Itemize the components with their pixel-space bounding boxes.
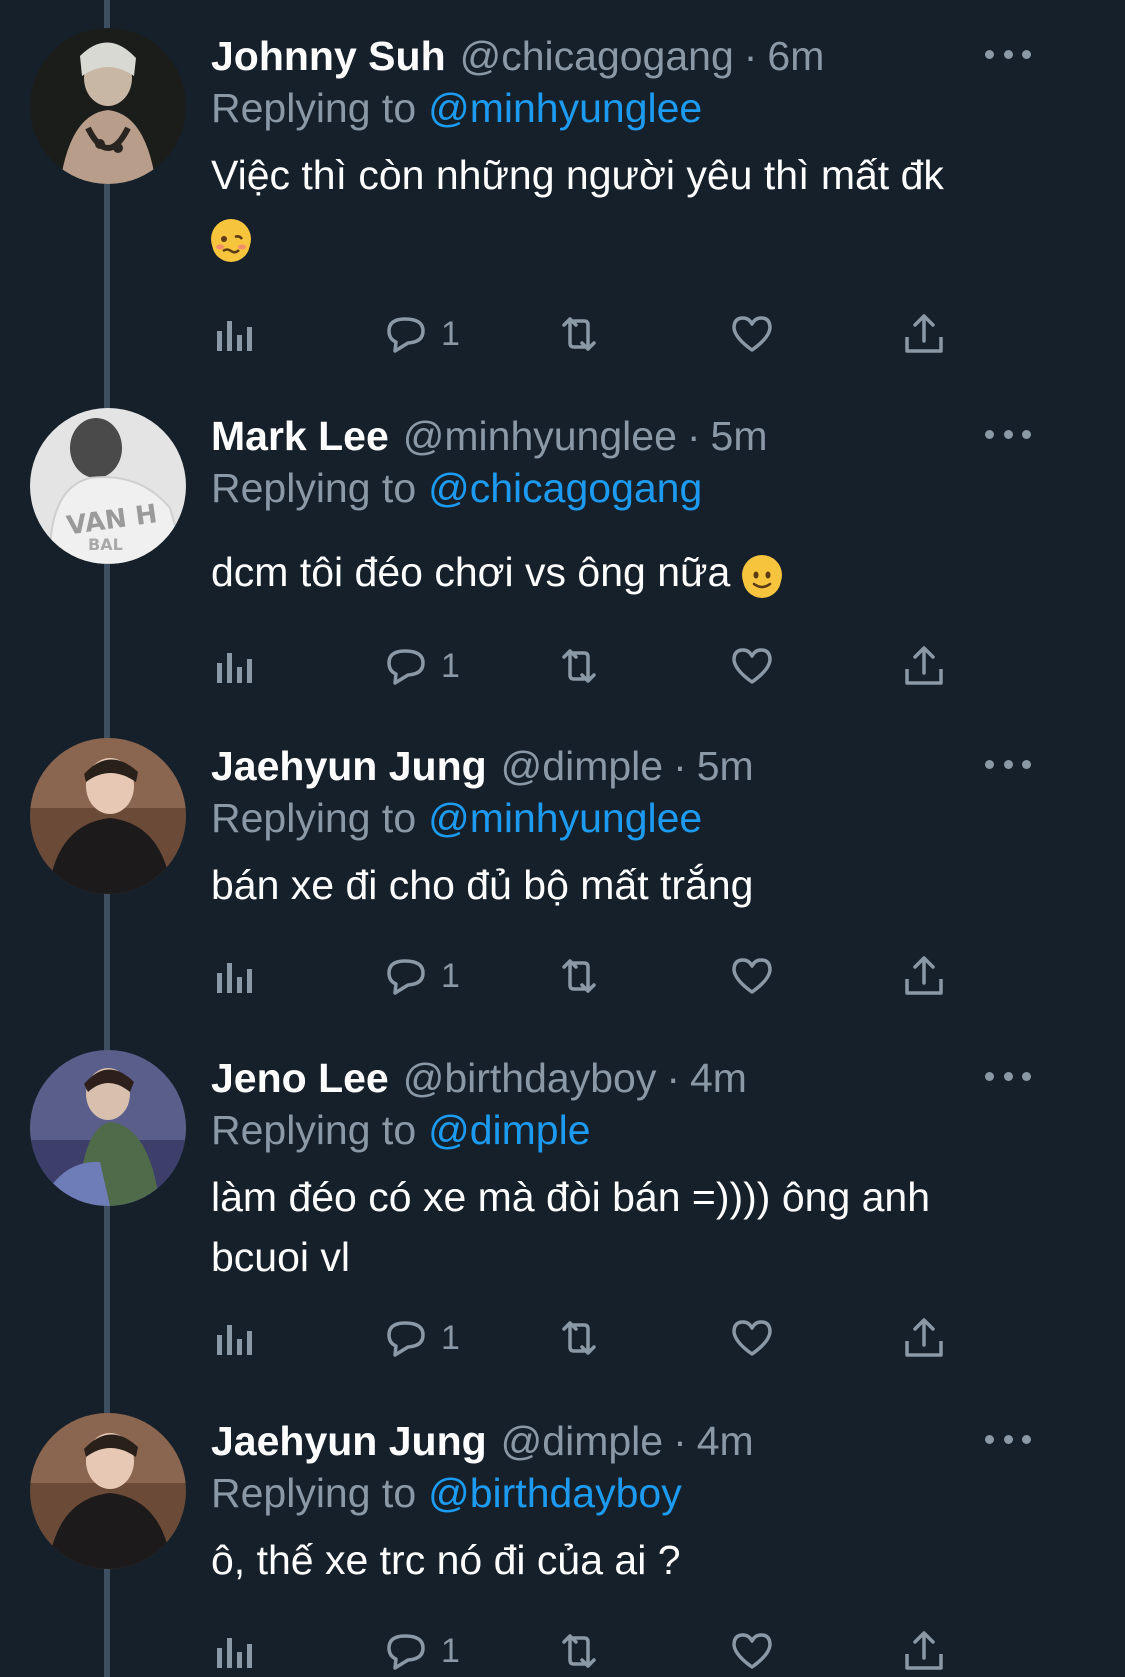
handle[interactable]: @minhyunglee bbox=[403, 413, 677, 460]
reply-button[interactable]: 1 bbox=[383, 308, 460, 360]
separator-dot: · bbox=[666, 1054, 680, 1101]
avatar-image bbox=[30, 1413, 186, 1569]
display-name[interactable]: Jaehyun Jung bbox=[211, 1418, 487, 1465]
avatar-image bbox=[30, 28, 186, 184]
tweet-text: bán xe đi cho đủ bộ mất trắng bbox=[211, 862, 754, 908]
reply-bubble-icon bbox=[387, 1321, 425, 1357]
mention-link[interactable]: @minhyunglee bbox=[428, 795, 702, 842]
retweet-icon[interactable] bbox=[556, 640, 602, 692]
mention-link[interactable]: @chicagogang bbox=[428, 465, 702, 512]
analytics-icon[interactable] bbox=[211, 950, 257, 1002]
display-name[interactable]: Mark Lee bbox=[211, 413, 389, 460]
more-dots-icon[interactable] bbox=[985, 752, 1031, 776]
separator-dot: · bbox=[673, 1417, 687, 1464]
reply-button[interactable]: 1 bbox=[383, 1312, 460, 1364]
share-icon[interactable] bbox=[901, 1625, 947, 1677]
tweet-body: làm đéo có xe mà đòi bán =)))) ông anh b… bbox=[211, 1167, 1011, 1287]
reply-button[interactable]: 1 bbox=[383, 1625, 460, 1677]
avatar-image bbox=[30, 738, 186, 894]
replying-to-label: Replying to bbox=[211, 1469, 417, 1516]
display-name[interactable]: Jaehyun Jung bbox=[211, 743, 487, 790]
avatar-image: VAN H BAL bbox=[30, 408, 186, 564]
separator-dot: · bbox=[743, 32, 758, 79]
mention-link[interactable]: @minhyunglee bbox=[428, 85, 702, 132]
retweet-icon[interactable] bbox=[556, 1312, 602, 1364]
reply-bubble-icon bbox=[387, 1634, 425, 1670]
analytics-icon[interactable] bbox=[211, 1312, 257, 1364]
tweet-actions: 1 bbox=[211, 1312, 971, 1364]
avatar[interactable] bbox=[30, 1050, 186, 1206]
timestamp[interactable]: 5m bbox=[711, 413, 768, 460]
more-dots-icon[interactable] bbox=[985, 42, 1031, 66]
timestamp[interactable]: 4m bbox=[690, 1055, 747, 1102]
reply-bubble-icon bbox=[387, 959, 425, 995]
woozy-face-emoji bbox=[211, 219, 251, 263]
tweet-body: dcm tôi đéo chơi vs ông nữa bbox=[211, 542, 1031, 602]
handle[interactable]: @birthdayboy bbox=[403, 1055, 657, 1102]
more-dots-icon[interactable] bbox=[985, 1427, 1031, 1451]
avatar[interactable] bbox=[30, 738, 186, 894]
share-icon[interactable] bbox=[901, 640, 947, 692]
avatar-image bbox=[30, 1050, 186, 1206]
reply-count: 1 bbox=[441, 646, 460, 685]
mention-link[interactable]: @dimple bbox=[428, 1107, 590, 1154]
timestamp[interactable]: 4m bbox=[697, 1418, 754, 1465]
avatar[interactable] bbox=[30, 28, 186, 184]
replying-to-label: Replying to bbox=[211, 794, 417, 841]
tweet-body: ô, thế xe trc nó đi của ai ? bbox=[211, 1530, 1031, 1590]
replying-to-label: Replying to bbox=[211, 84, 417, 131]
share-icon[interactable] bbox=[901, 308, 947, 360]
share-icon[interactable] bbox=[901, 950, 947, 1002]
timestamp[interactable]: 5m bbox=[697, 743, 754, 790]
more-dots-icon[interactable] bbox=[985, 1064, 1031, 1088]
reply-count: 1 bbox=[441, 1318, 460, 1357]
tweet-text: làm đéo có xe mà đòi bán =)))) ông anh b… bbox=[211, 1174, 931, 1280]
heart-icon[interactable] bbox=[729, 308, 775, 360]
slightly-smiling-face-emoji bbox=[741, 555, 782, 599]
avatar[interactable]: VAN H BAL bbox=[30, 408, 186, 564]
reply-bubble-icon bbox=[387, 649, 425, 685]
tweet-text: ô, thế xe trc nó đi của ai ? bbox=[211, 1537, 681, 1583]
retweet-icon[interactable] bbox=[556, 950, 602, 1002]
heart-icon[interactable] bbox=[729, 1312, 775, 1364]
handle[interactable]: @chicagogang bbox=[460, 33, 734, 80]
display-name[interactable]: Jeno Lee bbox=[211, 1055, 389, 1102]
tweet-text: dcm tôi đéo chơi vs ông nữa bbox=[211, 549, 742, 595]
tweet-actions: 1 bbox=[211, 640, 971, 692]
display-name[interactable]: Johnny Suh bbox=[211, 33, 446, 80]
separator-dot: · bbox=[686, 412, 701, 459]
tweet-actions: 1 bbox=[211, 1625, 971, 1677]
heart-icon[interactable] bbox=[729, 950, 775, 1002]
tweet-actions: 1 bbox=[211, 950, 971, 1002]
share-icon[interactable] bbox=[901, 1312, 947, 1364]
reply-button[interactable]: 1 bbox=[383, 640, 460, 692]
timestamp[interactable]: 6m bbox=[767, 33, 824, 80]
retweet-icon[interactable] bbox=[556, 308, 602, 360]
mention-link[interactable]: @birthdayboy bbox=[428, 1470, 682, 1517]
replying-to-label: Replying to bbox=[211, 464, 417, 511]
analytics-icon[interactable] bbox=[211, 308, 257, 360]
tweet-body: Việc thì còn những người yêu thì mất đk bbox=[211, 145, 1031, 265]
heart-icon[interactable] bbox=[729, 1625, 775, 1677]
tweet-actions: 1 bbox=[211, 308, 971, 360]
analytics-icon[interactable] bbox=[211, 640, 257, 692]
reply-count: 1 bbox=[441, 1631, 460, 1670]
analytics-icon[interactable] bbox=[211, 1625, 257, 1677]
separator-dot: · bbox=[673, 742, 687, 789]
svg-text:BAL: BAL bbox=[88, 535, 123, 554]
tweet-body: bán xe đi cho đủ bộ mất trắng bbox=[211, 855, 1031, 915]
avatar[interactable] bbox=[30, 1413, 186, 1569]
reply-button[interactable]: 1 bbox=[383, 950, 460, 1002]
heart-icon[interactable] bbox=[729, 640, 775, 692]
retweet-icon[interactable] bbox=[556, 1625, 602, 1677]
reply-count: 1 bbox=[441, 314, 460, 353]
handle[interactable]: @dimple bbox=[501, 1418, 663, 1465]
handle[interactable]: @dimple bbox=[501, 743, 663, 790]
replying-to-label: Replying to bbox=[211, 1106, 417, 1153]
reply-count: 1 bbox=[441, 956, 460, 995]
tweet-text: Việc thì còn những người yêu thì mất đk bbox=[211, 152, 944, 198]
reply-bubble-icon bbox=[387, 317, 425, 353]
more-dots-icon[interactable] bbox=[985, 422, 1031, 446]
